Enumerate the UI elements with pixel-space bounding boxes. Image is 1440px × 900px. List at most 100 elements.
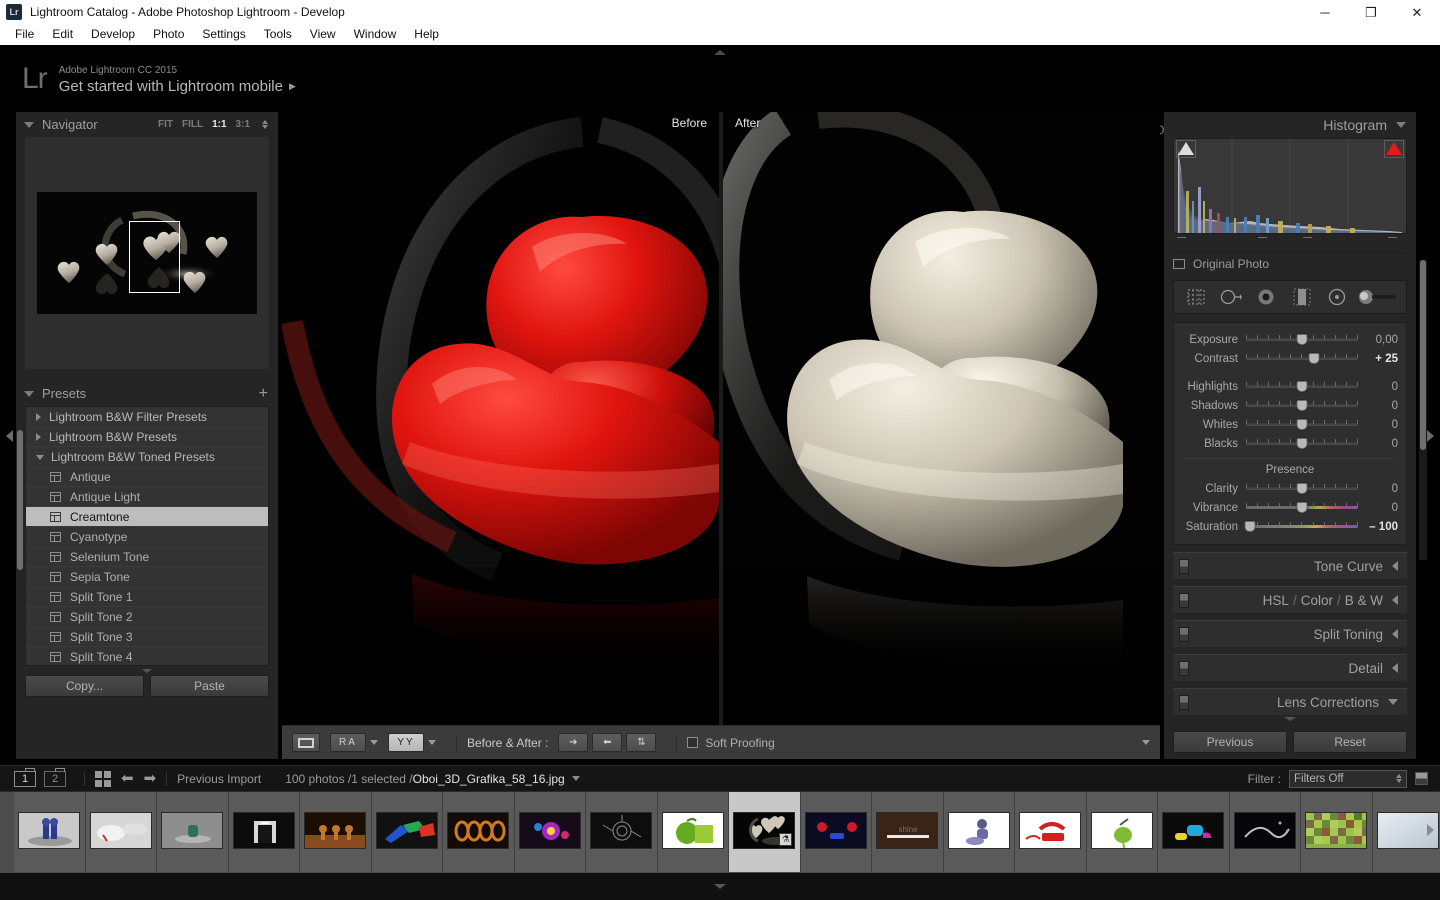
preset-item-selenium-tone[interactable]: Selenium Tone	[26, 547, 268, 567]
preset-item-split-tone-1[interactable]: Split Tone 1	[26, 587, 268, 607]
chevron-down-icon[interactable]	[370, 740, 378, 745]
slider-track[interactable]	[1246, 483, 1358, 495]
menu-window[interactable]: Window	[345, 25, 406, 44]
filmstrip[interactable]: ⚗ shine	[0, 791, 1440, 873]
menu-photo[interactable]: Photo	[144, 25, 193, 44]
panel-hsl-color-bw[interactable]: HSL/Color/B & W	[1173, 586, 1407, 613]
adjustment-brush-tool[interactable]	[1357, 285, 1399, 309]
panel-detail[interactable]: Detail	[1173, 654, 1407, 681]
filmstrip-item[interactable]	[801, 792, 873, 872]
image-preview-area[interactable]: Before	[282, 112, 1160, 725]
chevron-left-icon[interactable]	[1392, 595, 1398, 605]
zoom-3-1[interactable]: 3:1	[236, 119, 250, 130]
color-tab[interactable]: Color	[1301, 593, 1333, 608]
slider-track[interactable]	[1246, 400, 1358, 412]
filmstrip-item-selected[interactable]: ⚗	[729, 792, 801, 872]
zoom-fit[interactable]: FIT	[158, 119, 173, 130]
thumbnail-purple-flower[interactable]	[519, 812, 581, 849]
chevron-left-icon[interactable]	[1392, 629, 1398, 639]
filmstrip-item[interactable]	[157, 792, 229, 872]
highlight-clipping-indicator-icon[interactable]	[1386, 142, 1402, 155]
crop-overlay-tool[interactable]	[1181, 285, 1211, 309]
preset-item-split-tone-2[interactable]: Split Tone 2	[26, 607, 268, 627]
filmstrip-item[interactable]	[443, 792, 515, 872]
panel-switch-toggle[interactable]	[1179, 695, 1189, 710]
thumbnail-green-drink[interactable]	[1091, 812, 1153, 849]
filmstrip-item[interactable]	[1301, 792, 1373, 872]
thumbnail-orange-figures[interactable]	[304, 812, 366, 849]
current-filename[interactable]: Oboi_3D_Grafika_58_16.jpg	[413, 772, 565, 786]
filmstrip-item[interactable]	[1230, 792, 1302, 872]
slider-knob[interactable]	[1297, 502, 1308, 513]
slider-track[interactable]	[1246, 353, 1358, 365]
slider-blacks[interactable]: Blacks 0	[1174, 434, 1406, 453]
navigator-crop-rectangle[interactable]	[129, 221, 180, 293]
filmstrip-next-arrow-icon[interactable]	[1427, 824, 1434, 836]
thumbnail-red-lights[interactable]	[805, 812, 867, 849]
thumbnail-orange-rings[interactable]	[447, 812, 509, 849]
filmstrip-item[interactable]	[1015, 792, 1087, 872]
thumbnail-dark-doorway[interactable]	[233, 812, 295, 849]
filmstrip-item[interactable]	[944, 792, 1016, 872]
preset-item-split-tone-4[interactable]: Split Tone 4	[26, 647, 268, 666]
filter-toggle-swatch[interactable]	[1415, 772, 1428, 785]
slider-knob[interactable]	[1297, 483, 1308, 494]
right-panel-scrollbar[interactable]	[1419, 260, 1427, 560]
forward-arrow-icon[interactable]: ➡	[144, 772, 157, 786]
navigator-header[interactable]: Navigator FIT FILL 1:1 3:1	[16, 112, 278, 137]
slider-knob[interactable]	[1297, 438, 1308, 449]
filmstrip-item[interactable]	[586, 792, 658, 872]
preset-item-sepia-tone[interactable]: Sepia Tone	[26, 567, 268, 587]
slider-saturation[interactable]: Saturation – 100	[1174, 517, 1406, 536]
menu-edit[interactable]: Edit	[43, 25, 82, 44]
preset-group[interactable]: Lightroom B&W Filter Presets	[26, 407, 268, 427]
slider-value[interactable]: 0	[1358, 483, 1398, 495]
slider-value[interactable]: 0,00	[1358, 334, 1398, 346]
thumbnail-colored-cards[interactable]	[376, 812, 438, 849]
original-photo-row[interactable]: Original Photo	[1173, 252, 1407, 274]
slider-contrast[interactable]: Contrast + 25	[1174, 349, 1406, 368]
graduated-filter-tool[interactable]	[1287, 285, 1317, 309]
filmstrip-item[interactable]	[86, 792, 158, 872]
redeye-correction-tool[interactable]	[1251, 285, 1281, 309]
loupe-view-button[interactable]	[292, 733, 320, 752]
slider-shadows[interactable]: Shadows 0	[1174, 396, 1406, 415]
copy-after-settings-button[interactable]: ⬅	[592, 733, 622, 752]
maximize-button[interactable]: ❐	[1348, 0, 1394, 24]
slider-track[interactable]	[1246, 419, 1358, 431]
chevron-down-icon[interactable]	[24, 391, 34, 397]
thumbnail-green-apple-cube[interactable]	[662, 812, 724, 849]
filmstrip-item[interactable]	[372, 792, 444, 872]
bw-tab[interactable]: B & W	[1345, 593, 1383, 608]
menu-develop[interactable]: Develop	[82, 25, 144, 44]
filter-select[interactable]: Filters Off	[1289, 770, 1407, 788]
presets-list[interactable]: Lightroom B&W Filter Presets Lightroom B…	[25, 406, 269, 666]
chevron-down-icon[interactable]	[24, 122, 34, 128]
left-panel-collapse-arrow[interactable]	[3, 425, 16, 447]
slider-knob[interactable]	[1297, 419, 1308, 430]
left-panel-scrollbar[interactable]	[16, 430, 23, 610]
menu-settings[interactable]: Settings	[193, 25, 254, 44]
preset-group[interactable]: Lightroom B&W Toned Presets	[26, 447, 268, 467]
close-button[interactable]: ✕	[1394, 0, 1440, 24]
chevron-down-icon[interactable]	[428, 740, 436, 745]
panel-split-toning[interactable]: Split Toning	[1173, 620, 1407, 647]
preset-item-creamtone[interactable]: Creamtone	[26, 507, 268, 527]
slider-track[interactable]	[1246, 521, 1358, 533]
identity-plate[interactable]: Lr Adobe Lightroom CC 2015 Get started w…	[22, 62, 296, 96]
panel-lens-corrections[interactable]: Lens Corrections	[1173, 688, 1407, 715]
zoom-fill[interactable]: FILL	[182, 119, 203, 130]
slider-knob[interactable]	[1297, 381, 1308, 392]
toolbar-options-chevron-icon[interactable]	[1142, 740, 1150, 745]
slider-vibrance[interactable]: Vibrance 0	[1174, 498, 1406, 517]
slider-value[interactable]: 0	[1358, 419, 1398, 431]
navigator-preview[interactable]	[25, 137, 269, 369]
navigator-thumbnail[interactable]	[37, 192, 257, 314]
filmstrip-item[interactable]	[300, 792, 372, 872]
swap-settings-button[interactable]: ⇅	[626, 733, 656, 752]
top-panel-collapse-handle[interactable]	[0, 47, 1440, 57]
filmstrip-item[interactable]: shine	[872, 792, 944, 872]
secondary-window-button[interactable]: 2	[44, 771, 66, 787]
filmstrip-item[interactable]	[515, 792, 587, 872]
left-panel-scroll-handle[interactable]	[16, 666, 278, 675]
